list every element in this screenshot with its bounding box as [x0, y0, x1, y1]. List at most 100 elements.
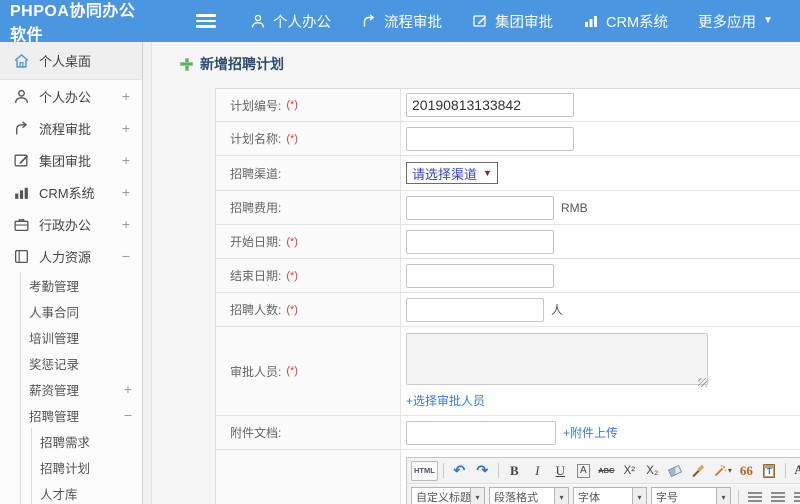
sidebar-item-label: 个人办公 [39, 89, 92, 105]
topnav-personal-office[interactable]: 个人办公 [250, 11, 331, 32]
sidebar-item-crm[interactable]: CRM系统 + [0, 176, 142, 208]
plan-number-input[interactable] [406, 93, 574, 117]
expand-icon[interactable]: + [122, 152, 130, 168]
select-approvers-link[interactable]: +选择审批人员 [406, 392, 485, 409]
sidebar-item-training[interactable]: 培训管理 [21, 324, 142, 350]
required-mark: (*) [286, 235, 298, 248]
align-right-button[interactable] [790, 487, 800, 504]
topnav-crm-system[interactable]: CRM系统 [583, 11, 668, 32]
unit-suffix: 人 [551, 303, 564, 317]
headcount-input[interactable] [406, 297, 544, 322]
recruitment-submenu: 招聘需求 招聘计划 人才库 [31, 428, 142, 504]
topnav-workflow-approval[interactable]: 流程审批 [361, 11, 442, 32]
row-cost: 招聘费用: RMB [216, 191, 800, 225]
topnav-group-approval[interactable]: 集团审批 [472, 11, 553, 32]
remove-format-button[interactable] [665, 461, 686, 481]
strikethrough-button[interactable]: ABC [596, 461, 617, 481]
underline-button[interactable]: U [550, 461, 571, 481]
redo-icon[interactable]: ↷ [472, 461, 493, 481]
sidebar-item-label: 集团审批 [39, 153, 92, 169]
subscript-button[interactable]: X₂ [642, 461, 663, 481]
row-attachment: 附件文档: +附件上传 [216, 416, 800, 450]
sidebar-item-rewards[interactable]: 奖惩记录 [21, 350, 142, 376]
edit-icon [472, 13, 488, 29]
caret-down-icon: ▾ [632, 488, 646, 504]
hr-submenu: 考勤管理 人事合同 培训管理 奖惩记录 薪资管理 + 招聘管理 − 招聘需求 招聘计… [20, 272, 142, 504]
sidebar-item-recruit-plan[interactable]: 招聘计划 [32, 454, 142, 480]
sidebar-item-recruit-demand[interactable]: 招聘需求 [32, 428, 142, 454]
sidebar-item-hr-contract[interactable]: 人事合同 [21, 298, 142, 324]
row-approvers: 审批人员: (*) +选择审批人员 [216, 327, 800, 416]
attachment-upload-link[interactable]: +附件上传 [563, 424, 618, 441]
approvers-textarea[interactable] [406, 333, 708, 385]
collapse-icon[interactable]: − [124, 407, 132, 423]
font-color-button[interactable]: A▾ [791, 461, 800, 481]
chart-icon [583, 13, 599, 29]
row-plan-name: 计划名称: (*) [216, 122, 800, 156]
flow-icon [13, 120, 30, 137]
start-date-input[interactable] [406, 229, 554, 254]
caret-down-icon: ▾ [470, 488, 484, 504]
sidebar-item-personal-office[interactable]: 个人办公 + [0, 80, 142, 112]
expand-icon[interactable]: + [122, 216, 130, 232]
collapse-icon[interactable]: − [122, 248, 130, 264]
align-left-button[interactable] [744, 487, 765, 504]
expand-icon[interactable]: + [122, 120, 130, 136]
user-icon [13, 88, 30, 105]
italic-button[interactable]: I [527, 461, 548, 481]
sidebar-scrollbar[interactable] [143, 42, 152, 504]
sidebar-item-label: 流程审批 [39, 121, 92, 137]
attachment-input[interactable] [406, 420, 556, 445]
sidebar: 个人桌面 个人办公 + 流程审批 + 集团审批 + CRM系统 + 行政办公 + [0, 42, 143, 504]
field-label: 附件文档: [230, 426, 282, 440]
caret-down-icon: ▼ [483, 168, 492, 178]
expand-icon[interactable]: + [122, 88, 130, 104]
sidebar-item-workflow-approval[interactable]: 流程审批 + [0, 112, 142, 144]
field-label: 招聘人数: [230, 303, 282, 317]
sidebar-item-group-approval[interactable]: 集团审批 + [0, 144, 142, 176]
expand-icon[interactable]: + [124, 381, 132, 397]
blockquote-button[interactable]: 66 [736, 461, 757, 481]
edit-icon [13, 152, 30, 169]
cost-input[interactable] [406, 195, 554, 220]
required-mark: (*) [286, 99, 298, 111]
end-date-input[interactable] [406, 263, 554, 288]
menu-toggle-icon[interactable] [196, 11, 216, 31]
align-center-icon [770, 492, 785, 502]
top-navigation: 个人办公 流程审批 集团审批 CRM系统 更多应用 ▼ [250, 11, 773, 32]
topnav-label: 个人办公 [273, 14, 331, 31]
bold-button[interactable]: B [504, 461, 525, 481]
topnav-label: 集团审批 [495, 14, 553, 31]
superscript-button[interactable]: X² [619, 461, 640, 481]
paste-plain-button[interactable]: T [759, 461, 780, 481]
expand-icon[interactable]: + [122, 184, 130, 200]
sidebar-item-recruitment[interactable]: 招聘管理 − [21, 402, 142, 428]
custom-heading-select[interactable]: 自定义标题 ▾ [411, 487, 485, 504]
paragraph-format-select[interactable]: 段落格式 ▾ [489, 487, 569, 504]
plan-name-input[interactable] [406, 126, 574, 151]
row-plan-number: 计划编号: (*) [216, 89, 800, 122]
sidebar-item-salary[interactable]: 薪资管理 + [21, 376, 142, 402]
recruit-plan-form: 计划编号: (*) 计划名称: (*) 招聘渠道: 请选择渠道 ▼ 招聘费用: RM… [215, 88, 800, 504]
sidebar-item-hr[interactable]: 人力资源 − [0, 240, 142, 272]
topnav-more-apps[interactable]: 更多应用 ▼ [698, 11, 773, 32]
align-center-button[interactable] [767, 487, 788, 504]
row-editor: HTML ↶ ↷ B I U A ABC X² X₂ ▾ 66 T A 自定义标… [216, 450, 800, 504]
required-mark: (*) [286, 269, 298, 282]
font-family-select[interactable]: 字体 ▾ [573, 487, 647, 504]
sidebar-item-talent-pool[interactable]: 人才库 [32, 480, 142, 504]
sidebar-item-desktop[interactable]: 个人桌面 [0, 42, 142, 80]
chart-icon [13, 184, 30, 201]
undo-icon[interactable]: ↶ [449, 461, 470, 481]
quick-format-button[interactable]: ▾ [711, 461, 734, 481]
font-style-button[interactable]: A [573, 461, 594, 481]
resize-handle-icon[interactable] [698, 378, 707, 387]
required-mark: (*) [286, 132, 298, 145]
row-headcount: 招聘人数: (*) 人 [216, 293, 800, 327]
sidebar-item-attendance[interactable]: 考勤管理 [21, 272, 142, 298]
channel-select[interactable]: 请选择渠道 ▼ [406, 162, 498, 184]
source-code-button[interactable]: HTML [411, 460, 438, 481]
sidebar-item-admin-office[interactable]: 行政办公 + [0, 208, 142, 240]
format-painter-button[interactable] [688, 461, 709, 481]
font-size-select[interactable]: 字号 ▾ [651, 487, 731, 504]
